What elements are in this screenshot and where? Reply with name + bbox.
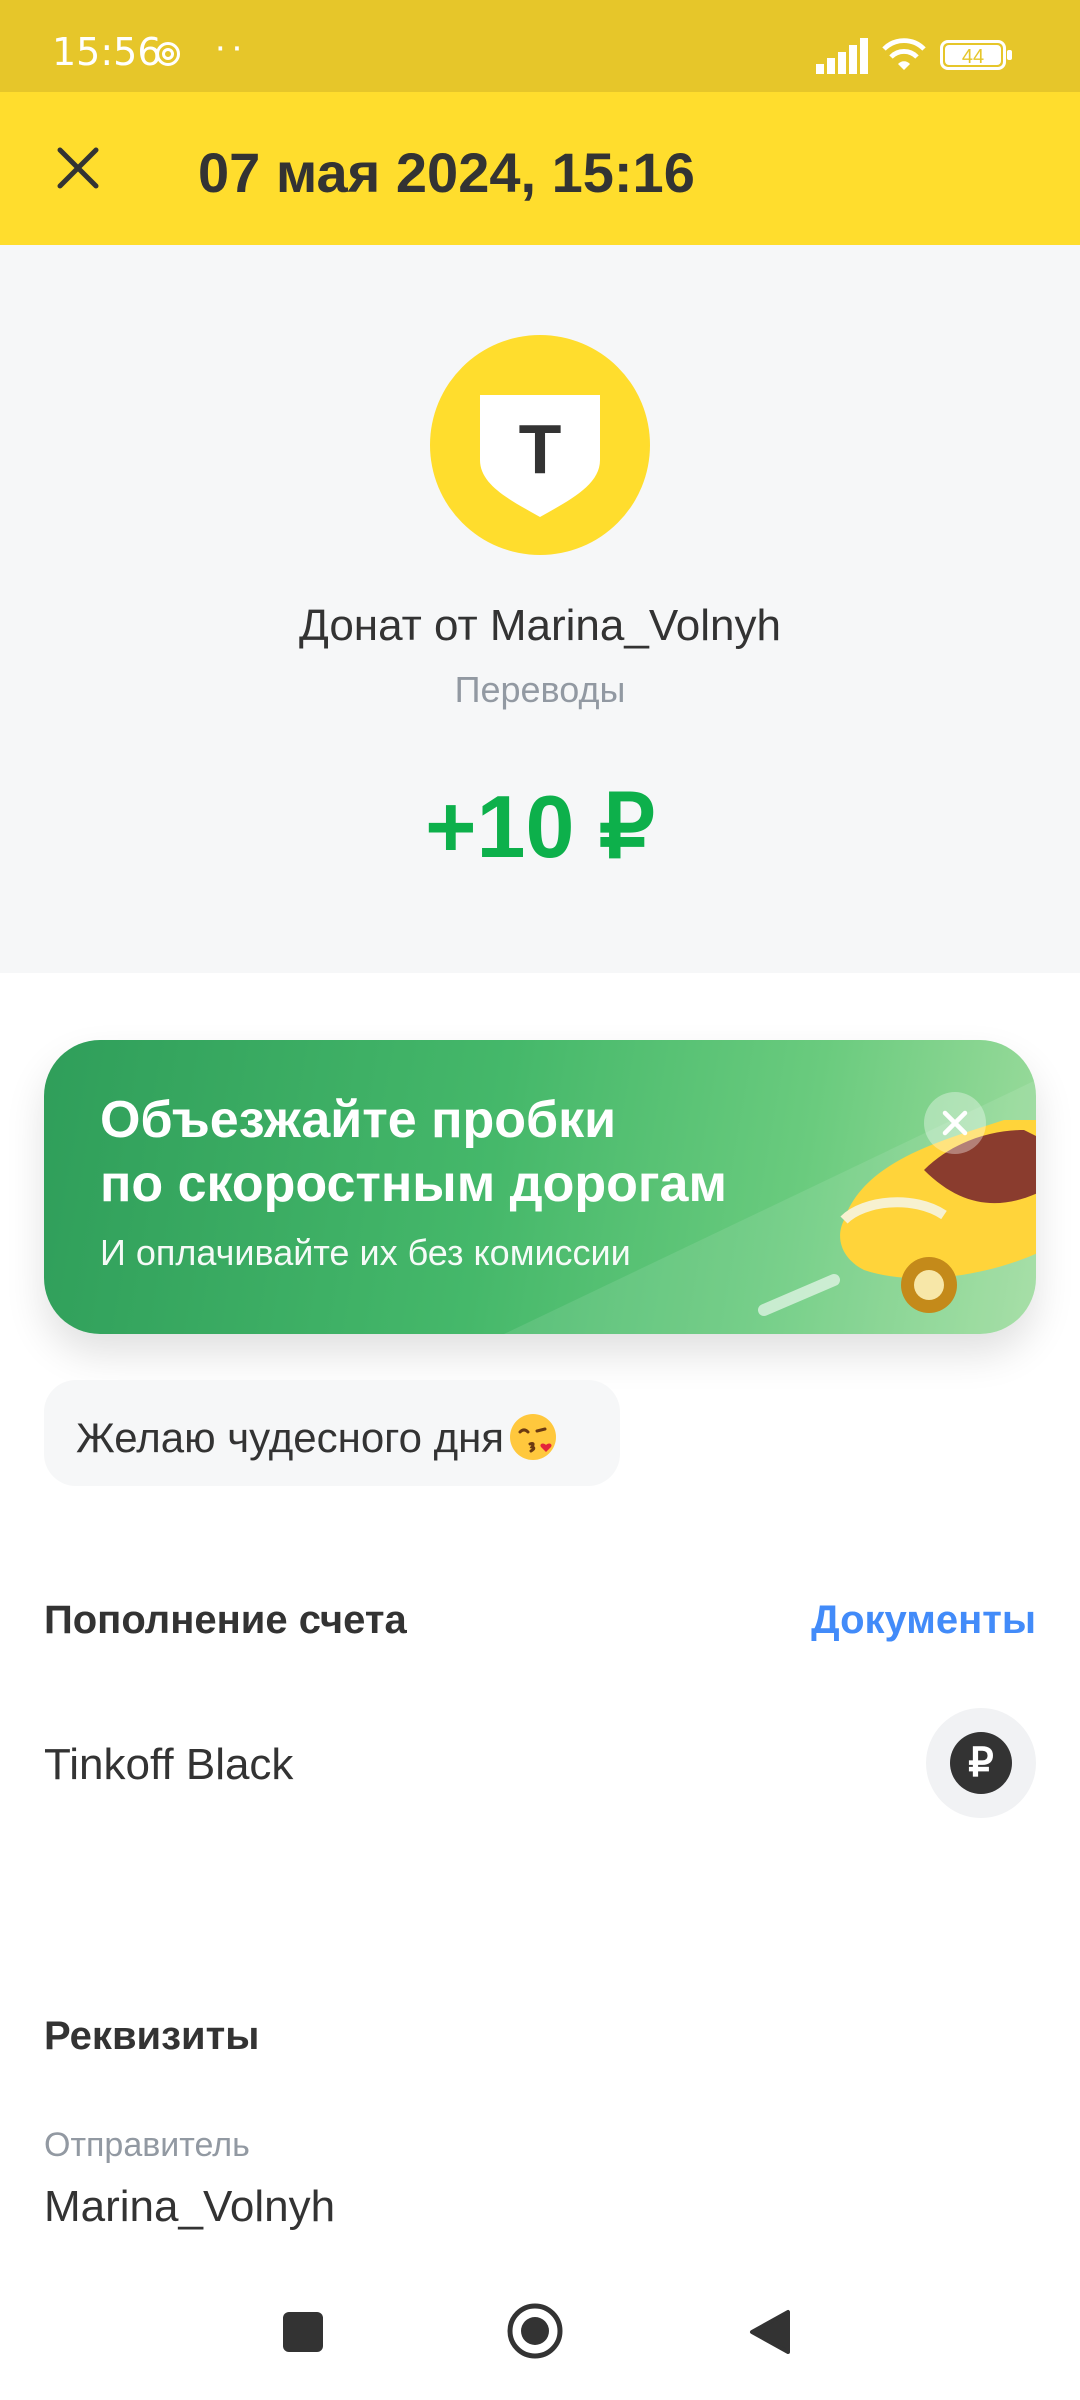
status-bar: 15:56 ·· 44 xyxy=(0,0,1080,92)
notification-icon xyxy=(156,42,180,66)
home-icon[interactable] xyxy=(506,2302,564,2360)
banner-title-line2: по скоростным дорогам xyxy=(100,1155,727,1213)
ruble-symbol: ₽ xyxy=(950,1732,1012,1794)
close-icon[interactable] xyxy=(42,132,114,204)
documents-link[interactable]: Документы xyxy=(811,1598,1036,1643)
merchant-name: Донат от Marina_Volnyh xyxy=(299,601,781,650)
battery-icon: 44 xyxy=(940,40,1012,70)
promo-banner[interactable]: Объезжайте пробки по скоростным дорогам … xyxy=(44,1040,1036,1334)
back-icon[interactable] xyxy=(748,2308,790,2356)
wifi-icon xyxy=(882,38,926,70)
message-text: Желаю чудесного дня xyxy=(76,1414,505,1461)
more-notifications-indicator: ·· xyxy=(214,26,248,68)
banner-title: Объезжайте пробки по скоростным дорогам xyxy=(100,1088,800,1216)
transaction-category: Переводы xyxy=(454,669,626,710)
banner-title-line1: Объезжайте пробки xyxy=(100,1091,617,1149)
close-icon[interactable] xyxy=(924,1092,986,1154)
battery-level: 44 xyxy=(945,45,1001,68)
bank-logo: T xyxy=(430,335,650,555)
sender-value: Marina_Volnyh xyxy=(44,2182,336,2231)
bank-logo-letter: T xyxy=(519,410,562,488)
status-time: 15:56 xyxy=(52,30,162,74)
sender-label: Отправитель xyxy=(44,2126,250,2164)
transaction-amount: +10 ₽ xyxy=(425,777,655,876)
system-nav-bar xyxy=(0,2268,1080,2400)
details-section-title: Реквизиты xyxy=(44,2014,260,2058)
message-text-wrapper: Желаю чудесного дня xyxy=(76,1412,558,1462)
transaction-summary: T Донат от Marina_Volnyh Переводы +10 ₽ xyxy=(0,245,1080,973)
car-icon xyxy=(840,1120,1036,1313)
account-section-title: Пополнение счета xyxy=(44,1598,407,1642)
kiss-emoji-icon xyxy=(510,1414,557,1460)
recents-icon[interactable] xyxy=(283,2312,323,2352)
message-bubble: Желаю чудесного дня xyxy=(44,1380,620,1486)
banner-subtitle: И оплачивайте их без комиссии xyxy=(100,1232,631,1273)
page-title: 07 мая 2024, 15:16 xyxy=(198,141,695,204)
signal-icon xyxy=(816,38,868,74)
ruble-icon[interactable]: ₽ xyxy=(926,1708,1036,1818)
app-header: 07 мая 2024, 15:16 xyxy=(0,92,1080,245)
account-name[interactable]: Tinkoff Black xyxy=(44,1740,293,1790)
